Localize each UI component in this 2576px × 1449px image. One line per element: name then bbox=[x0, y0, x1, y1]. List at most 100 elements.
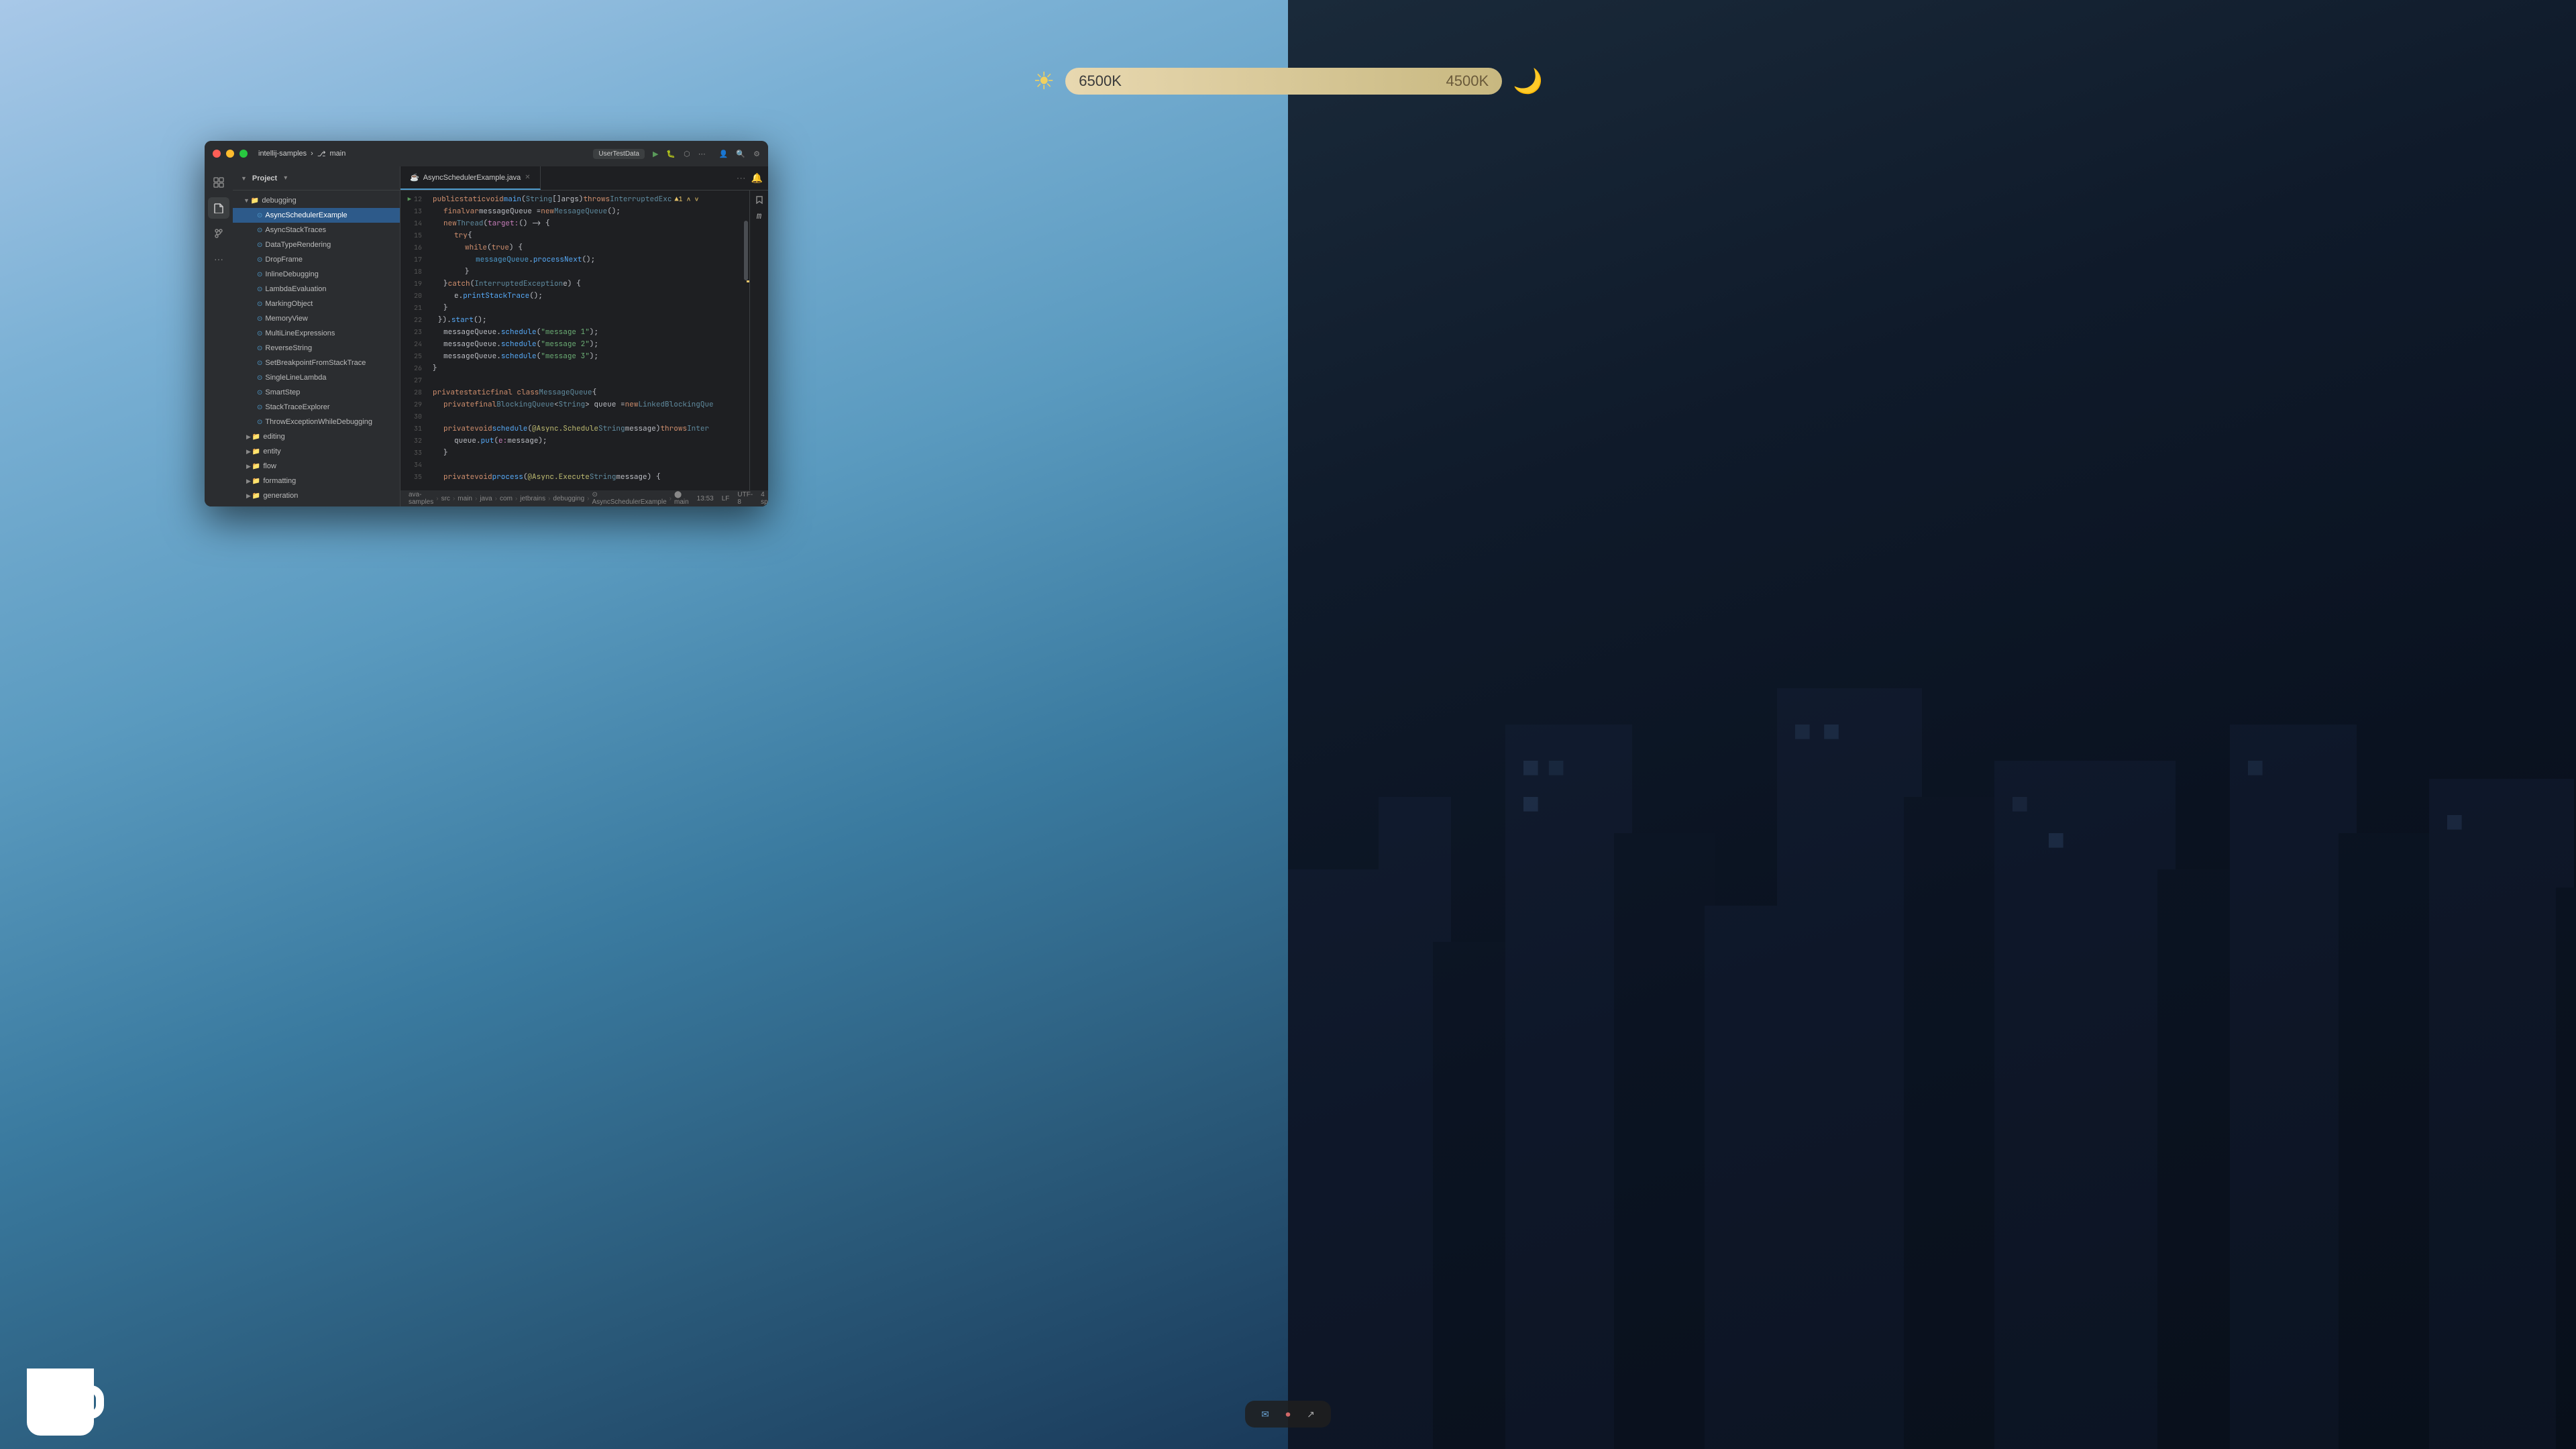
code-line-20: e. printStackTrace (); bbox=[433, 290, 736, 302]
tab-more-icon[interactable]: ⋯ bbox=[737, 172, 746, 184]
file-icon-9: ⊙ bbox=[257, 345, 262, 352]
code-line-21: } bbox=[433, 302, 736, 314]
editor-area: ☕ AsyncSchedulerExample.java ✕ ⋯ 🔔 ▶ 12 bbox=[400, 166, 768, 506]
line-num-29: 29 bbox=[400, 398, 422, 411]
line-num-19: 19 bbox=[400, 278, 422, 290]
tree-item-memory-view[interactable]: ⊙ MemoryView bbox=[233, 311, 400, 326]
tree-item-set-breakpoint[interactable]: ⊙ SetBreakpointFromStackTrace bbox=[233, 356, 400, 370]
temp-bar[interactable]: 6500K 4500K bbox=[1065, 68, 1502, 95]
moon-icon: 🌙 bbox=[1513, 67, 1543, 95]
notification-icon[interactable]: 🔔 bbox=[751, 172, 763, 184]
tree-item-async-stack-traces[interactable]: ⊙ AsyncStackTraces bbox=[233, 223, 400, 237]
ide-window: intellij-samples › ⎇ main UserTestData ▶… bbox=[205, 141, 768, 506]
file-icon-6: ⊙ bbox=[257, 301, 262, 308]
flow-arrow: ▶ bbox=[246, 463, 251, 470]
right-panel: m bbox=[749, 191, 768, 490]
tree-item-smart-step[interactable]: ⊙ SmartStep bbox=[233, 385, 400, 400]
tree-item-generation[interactable]: ▶ 📁 generation bbox=[233, 488, 400, 503]
run-button[interactable]: ▶ bbox=[653, 150, 658, 158]
tree-item-editing[interactable]: ▶ 📁 editing bbox=[233, 429, 400, 444]
line-num-12: ▶ 12 bbox=[400, 193, 422, 205]
status-encoding[interactable]: UTF-8 bbox=[737, 491, 753, 506]
tree-item-entity[interactable]: ▶ 📁 entity bbox=[233, 444, 400, 459]
tree-folder-formatting: formatting bbox=[263, 477, 296, 485]
tree-item-multiline[interactable]: ⊙ MultiLineExpressions bbox=[233, 326, 400, 341]
title-bar-right: UserTestData ▶ 🐛 ⬡ ⋯ 👤 🔍 ⚙ bbox=[593, 149, 760, 159]
search-icon[interactable]: 🔍 bbox=[736, 150, 745, 158]
line-num-32: 32 bbox=[400, 435, 422, 447]
taskbar-message-icon[interactable]: ✉ bbox=[1256, 1405, 1275, 1424]
tree-item-single-line[interactable]: ⊙ SingleLineLambda bbox=[233, 370, 400, 385]
tree-item-label-4: InlineDebugging bbox=[265, 270, 319, 278]
line-num-23: 23 bbox=[400, 326, 422, 338]
tab-close-button[interactable]: ✕ bbox=[525, 174, 530, 181]
settings-icon[interactable]: ⚙ bbox=[753, 150, 760, 158]
window-close-button[interactable] bbox=[213, 150, 221, 158]
breadcrumb: ava-samples › src › main › java › com › … bbox=[409, 491, 689, 506]
right-icon-m: m bbox=[757, 209, 762, 223]
code-editor: ▶ 12 13 14 15 16 17 18 19 20 21 22 23 24… bbox=[400, 191, 768, 490]
code-content[interactable]: public static void main ( String [] args… bbox=[427, 191, 741, 490]
scroll-thumb[interactable] bbox=[744, 221, 748, 280]
tree-item-marking-object[interactable]: ⊙ MarkingObject bbox=[233, 297, 400, 311]
line-num-34: 34 bbox=[400, 459, 422, 471]
tab-bar: ☕ AsyncSchedulerExample.java ✕ ⋯ 🔔 bbox=[400, 166, 768, 191]
activity-more-icon[interactable]: ··· bbox=[208, 248, 229, 270]
code-line-32: queue. put ( e: message); bbox=[433, 435, 736, 447]
tree-item-inspections[interactable]: ▶ 📁 inspections bbox=[233, 503, 400, 506]
line-ending-value: LF bbox=[722, 495, 730, 502]
line-num-35: 35 bbox=[400, 471, 422, 483]
temp-label-right: 4500K bbox=[1446, 72, 1489, 90]
coverage-button[interactable]: ⬡ bbox=[684, 150, 690, 158]
encoding-value: UTF-8 bbox=[737, 491, 753, 506]
right-icon-bookmark[interactable] bbox=[755, 193, 763, 207]
window-maximize-button[interactable] bbox=[239, 150, 248, 158]
tree-item-async-scheduler[interactable]: ⊙ AsyncSchedulerExample bbox=[233, 208, 400, 223]
more-button[interactable]: ⋯ bbox=[698, 150, 706, 158]
file-icon-0: ⊙ bbox=[257, 212, 262, 219]
tree-item-formatting[interactable]: ▶ 📁 formatting bbox=[233, 474, 400, 488]
root-folder-label: debugging bbox=[262, 197, 296, 205]
tree-item-throw-exception[interactable]: ⊙ ThrowExceptionWhileDebugging bbox=[233, 415, 400, 429]
tree-item-reverse-string[interactable]: ⊙ ReverseString bbox=[233, 341, 400, 356]
line-num-26: 26 bbox=[400, 362, 422, 374]
temperature-bar-container: ☀ 6500K 4500K 🌙 bbox=[1033, 67, 1543, 95]
debug-button[interactable]: 🐛 bbox=[666, 150, 676, 158]
tree-item-drop-frame[interactable]: ⊙ DropFrame bbox=[233, 252, 400, 267]
editing-arrow: ▶ bbox=[246, 433, 251, 441]
account-icon[interactable]: 👤 bbox=[719, 150, 729, 158]
tab-async-scheduler[interactable]: ☕ AsyncSchedulerExample.java ✕ bbox=[400, 166, 541, 190]
code-line-23: messageQueue. schedule ( "message 1" ); bbox=[433, 326, 736, 338]
taskbar-share-icon[interactable]: ↗ bbox=[1301, 1405, 1320, 1424]
tree-folder-generation: generation bbox=[263, 492, 298, 500]
file-icon-1: ⊙ bbox=[257, 227, 262, 234]
project-dropdown-icon[interactable]: ▾ bbox=[284, 174, 287, 182]
taskbar-record-icon[interactable]: ⏺ bbox=[1279, 1405, 1297, 1424]
window-minimize-button[interactable] bbox=[226, 150, 234, 158]
scroll-track[interactable] bbox=[741, 191, 749, 490]
status-bar-right: 13:53 LF UTF-8 4 spaces bbox=[697, 491, 768, 506]
project-tree: ▼ 📁 debugging ⊙ AsyncSchedulerExample ⊙ … bbox=[233, 191, 400, 506]
tree-root-folder[interactable]: ▼ 📁 debugging bbox=[233, 193, 400, 208]
tree-item-stack-trace-explorer[interactable]: ⊙ StackTraceExplorer bbox=[233, 400, 400, 415]
status-bar: ava-samples › src › main › java › com › … bbox=[400, 490, 768, 506]
project-panel: ▼ Project ▾ ▼ 📁 debugging ⊙ AsyncSchedul… bbox=[233, 166, 400, 506]
code-line-17: messageQueue . processNext (); bbox=[433, 254, 736, 266]
tree-item-lambda-eval[interactable]: ⊙ LambdaEvaluation bbox=[233, 282, 400, 297]
file-icon-3: ⊙ bbox=[257, 256, 262, 264]
activity-files-icon[interactable] bbox=[208, 197, 229, 219]
tree-item-flow[interactable]: ▶ 📁 flow bbox=[233, 459, 400, 474]
run-config-name: UserTestData bbox=[593, 149, 645, 159]
tree-item-inline-debug[interactable]: ⊙ InlineDebugging bbox=[233, 267, 400, 282]
status-line-ending[interactable]: LF bbox=[722, 491, 730, 506]
tree-item-label-3: DropFrame bbox=[265, 256, 303, 264]
sun-icon: ☀ bbox=[1033, 67, 1055, 95]
activity-project-icon[interactable] bbox=[208, 172, 229, 193]
activity-vcs-icon[interactable] bbox=[208, 223, 229, 244]
status-time: 13:53 bbox=[697, 491, 714, 506]
code-line-33: } bbox=[433, 447, 736, 459]
tree-item-data-type[interactable]: ⊙ DataTypeRendering bbox=[233, 237, 400, 252]
line-num-16: 16 bbox=[400, 241, 422, 254]
code-line-27 bbox=[433, 374, 736, 386]
ide-body: ··· ▼ Project ▾ ▼ 📁 debugging ⊙ bbox=[205, 166, 768, 506]
